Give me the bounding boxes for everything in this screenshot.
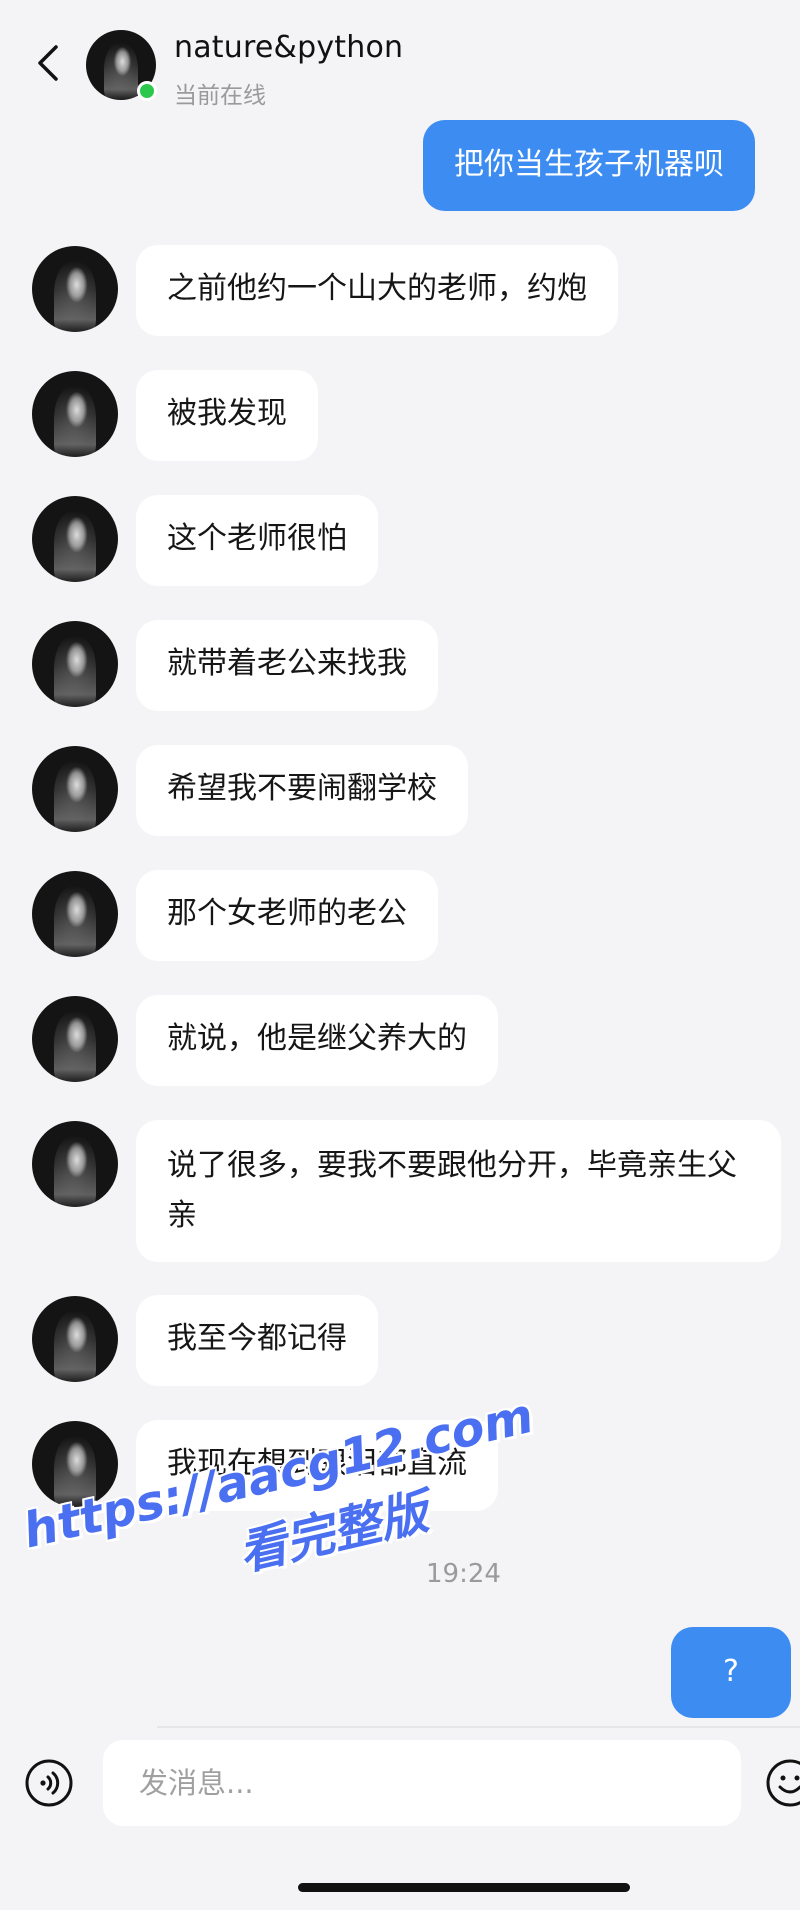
sender-avatar[interactable] — [32, 1296, 118, 1382]
sender-avatar[interactable] — [32, 996, 118, 1082]
message-text: 把你当生孩子机器呗 — [454, 147, 724, 182]
message-bubble-sent[interactable]: ? — [671, 1627, 791, 1718]
message-text: 我至今都记得 — [167, 1321, 347, 1356]
message-bubble-received[interactable]: 就带着老公来找我 — [136, 620, 438, 711]
message-text: 希望我不要闹翻学校 — [167, 771, 437, 806]
message-text: 我现在想到眼泪都直流 — [167, 1446, 467, 1481]
contact-status: 当前在线 — [174, 83, 266, 109]
message-text: 就带着老公来找我 — [167, 646, 407, 681]
message-text: ? — [723, 1654, 739, 1689]
message-bubble-received[interactable]: 说了很多，要我不要跟他分开，毕竟亲生父亲 — [136, 1120, 781, 1262]
message-text: 这个老师很怕 — [167, 521, 347, 556]
sender-avatar[interactable] — [32, 246, 118, 332]
sender-avatar[interactable] — [32, 871, 118, 957]
sender-avatar[interactable] — [32, 746, 118, 832]
message-bubble-received[interactable]: 被我发现 — [136, 370, 318, 461]
online-status-dot — [137, 81, 157, 101]
message-bubble-received[interactable]: 我至今都记得 — [136, 1295, 378, 1386]
message-input[interactable] — [103, 1740, 741, 1826]
message-bubble-received[interactable]: 之前他约一个山大的老师，约炮 — [136, 245, 618, 336]
chevron-left-icon — [38, 45, 58, 81]
chat-screen: nature&python 当前在线 把你当生孩子机器呗 之前他约一个山大的老师… — [0, 0, 800, 1910]
voice-button[interactable] — [24, 1758, 74, 1808]
message-text: 说了很多，要我不要跟他分开，毕竟亲生父亲 — [167, 1148, 737, 1233]
sender-avatar[interactable] — [32, 496, 118, 582]
message-bubble-received[interactable]: 这个老师很怕 — [136, 495, 378, 586]
message-text: 被我发现 — [167, 396, 287, 431]
chat-header: nature&python 当前在线 — [0, 0, 800, 110]
message-bubble-received[interactable]: 希望我不要闹翻学校 — [136, 745, 468, 836]
emoji-button[interactable] — [765, 1758, 800, 1808]
message-bubble-sent[interactable]: 把你当生孩子机器呗 — [423, 120, 755, 211]
message-timestamp: 19:24 — [426, 1559, 501, 1589]
voice-icon — [25, 1759, 73, 1807]
message-text: 就说，他是继父养大的 — [167, 1021, 467, 1056]
contact-name[interactable]: nature&python — [174, 30, 403, 65]
sender-avatar[interactable] — [32, 371, 118, 457]
sender-avatar[interactable] — [32, 621, 118, 707]
emoji-icon — [766, 1759, 800, 1807]
back-button[interactable] — [30, 38, 66, 88]
message-text: 那个女老师的老公 — [167, 896, 407, 931]
message-bubble-received[interactable]: 就说，他是继父养大的 — [136, 995, 498, 1086]
message-text: 之前他约一个山大的老师，约炮 — [167, 271, 587, 306]
message-bubble-received[interactable]: 那个女老师的老公 — [136, 870, 438, 961]
sender-avatar[interactable] — [32, 1121, 118, 1207]
message-bubble-received[interactable]: 我现在想到眼泪都直流 — [136, 1420, 498, 1511]
sender-avatar[interactable] — [32, 1421, 118, 1507]
home-indicator[interactable] — [298, 1883, 630, 1892]
